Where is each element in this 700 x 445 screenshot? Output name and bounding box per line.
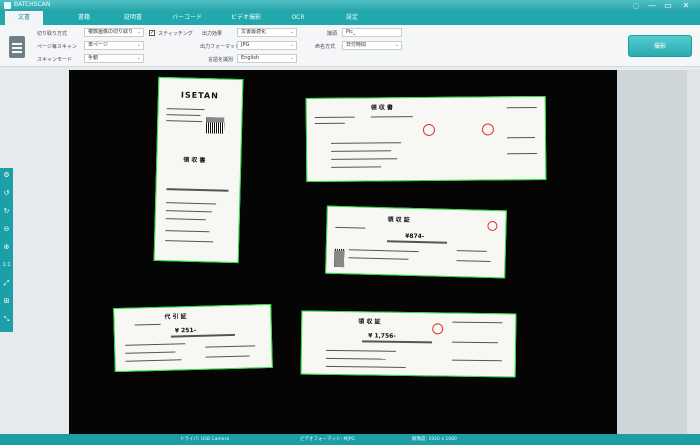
tab-document[interactable]: 文書	[5, 11, 43, 25]
receipt-title: 領 収 書	[183, 156, 206, 165]
camera-preview[interactable]: ISETAN 領 収 書 領 収 書 領 収 証 ¥874- 代 引 証 ¥ 2…	[69, 70, 617, 434]
tab-certificate[interactable]: 証明書	[115, 11, 151, 25]
prefix-label: 接頭	[327, 31, 338, 37]
status-resolution: 解像度: 1920 x 1080	[412, 437, 457, 442]
page-scan-label: ページ毎スキャン	[37, 44, 77, 50]
receipt-1: ISETAN 領 収 書	[153, 76, 244, 264]
red-stamp	[422, 123, 435, 137]
main-tabs: 文書 書籍 証明書 バーコード ビデオ撮影 OCR 設定	[0, 11, 700, 25]
scan-mode-label: スキャンモード	[37, 57, 73, 63]
crop-label: 切り取り方式	[37, 31, 68, 37]
app-logo-icon	[4, 2, 11, 9]
title-bar: BATCHSCAN ◌ — ▭ ✕	[0, 0, 700, 11]
receipt-title: 領 収 証	[387, 216, 410, 224]
receipt-title: 領 収 書	[370, 104, 393, 112]
receipt-amount: ¥ 251-	[174, 326, 197, 335]
thumbnail-panel	[617, 70, 700, 434]
rotate-left-icon[interactable]: ↺	[1, 188, 12, 199]
crop-area-icon[interactable]: ⊞	[1, 296, 12, 307]
settings-window-icon[interactable]: ◌	[630, 0, 642, 11]
status-bar: ドライバ: USB Camera ビデオフォーマット: MJPG 解像度: 19…	[0, 434, 700, 445]
receipt-2: 領 収 書	[305, 95, 547, 183]
receipt-title: 領 収 証	[358, 318, 381, 326]
language-select[interactable]: English ⌄	[237, 54, 297, 63]
zoom-in-icon[interactable]: ⊕	[1, 242, 12, 253]
close-button[interactable]: ✕	[680, 0, 692, 11]
tab-settings[interactable]: 設定	[340, 11, 364, 25]
prefix-input[interactable]: Pic_	[342, 28, 402, 37]
zoom-out-icon[interactable]: ⊖	[1, 224, 12, 235]
tab-ocr[interactable]: OCR	[286, 11, 310, 25]
page-scan-select[interactable]: 単ページ ⌄	[84, 41, 144, 50]
receipt-brand: ISETAN	[180, 90, 219, 101]
scan-mode-select[interactable]: 手動 ⌄	[84, 54, 144, 63]
crop-select[interactable]: 複数画像の切り取り ⌄	[84, 28, 144, 37]
naming-select[interactable]: 日付時間 ⌄	[342, 41, 402, 50]
output-format-label: 出力フォーマット	[200, 44, 241, 50]
scan-button[interactable]: 撮影	[628, 35, 692, 57]
receipt-title: 代 引 証	[164, 313, 187, 321]
actual-size-icon[interactable]: 1:1	[1, 260, 12, 271]
receipt-5: 領 収 証 ¥ 1,756-	[300, 310, 517, 378]
tab-barcode[interactable]: バーコード	[166, 11, 208, 25]
red-stamp	[487, 220, 498, 232]
minimize-button[interactable]: —	[646, 0, 658, 11]
settings-gear-icon[interactable]: ⚙	[1, 170, 12, 181]
output-effect-select[interactable]: 文書最適化 ⌄	[237, 28, 297, 37]
output-effect-label: 出力効果	[202, 31, 223, 37]
stitching-label: スティッチング	[158, 31, 193, 37]
receipt-4: 代 引 証 ¥ 251-	[113, 303, 273, 373]
fit-screen-icon[interactable]: ⤢	[1, 278, 12, 289]
tab-book[interactable]: 書籍	[68, 11, 100, 25]
tab-video[interactable]: ビデオ撮影	[224, 11, 268, 25]
fullscreen-icon[interactable]: ⤡	[1, 314, 12, 325]
status-format: ビデオフォーマット: MJPG	[300, 437, 355, 442]
language-label: 言語を識別	[208, 57, 234, 63]
naming-label: 命名方式	[315, 44, 336, 50]
image-tools: ⚙ ↺ ↻ ⊖ ⊕ 1:1 ⤢ ⊞ ⤡	[0, 168, 13, 332]
receipt-amount: ¥874-	[405, 232, 425, 241]
qr-code	[205, 117, 225, 134]
document-icon	[9, 36, 25, 58]
receipt-amount: ¥ 1,756-	[368, 332, 396, 340]
status-camera: ドライバ: USB Camera	[180, 437, 230, 442]
maximize-button[interactable]: ▭	[662, 0, 674, 11]
rotate-right-icon[interactable]: ↻	[1, 206, 12, 217]
red-stamp	[481, 123, 494, 136]
receipt-3: 領 収 証 ¥874-	[325, 205, 507, 279]
output-format-select[interactable]: JPG ⌄	[237, 41, 297, 50]
barcode	[334, 248, 345, 268]
stitching-checkbox[interactable]: ✓	[149, 30, 155, 36]
app-title: BATCHSCAN	[14, 1, 51, 8]
red-stamp	[432, 323, 444, 335]
